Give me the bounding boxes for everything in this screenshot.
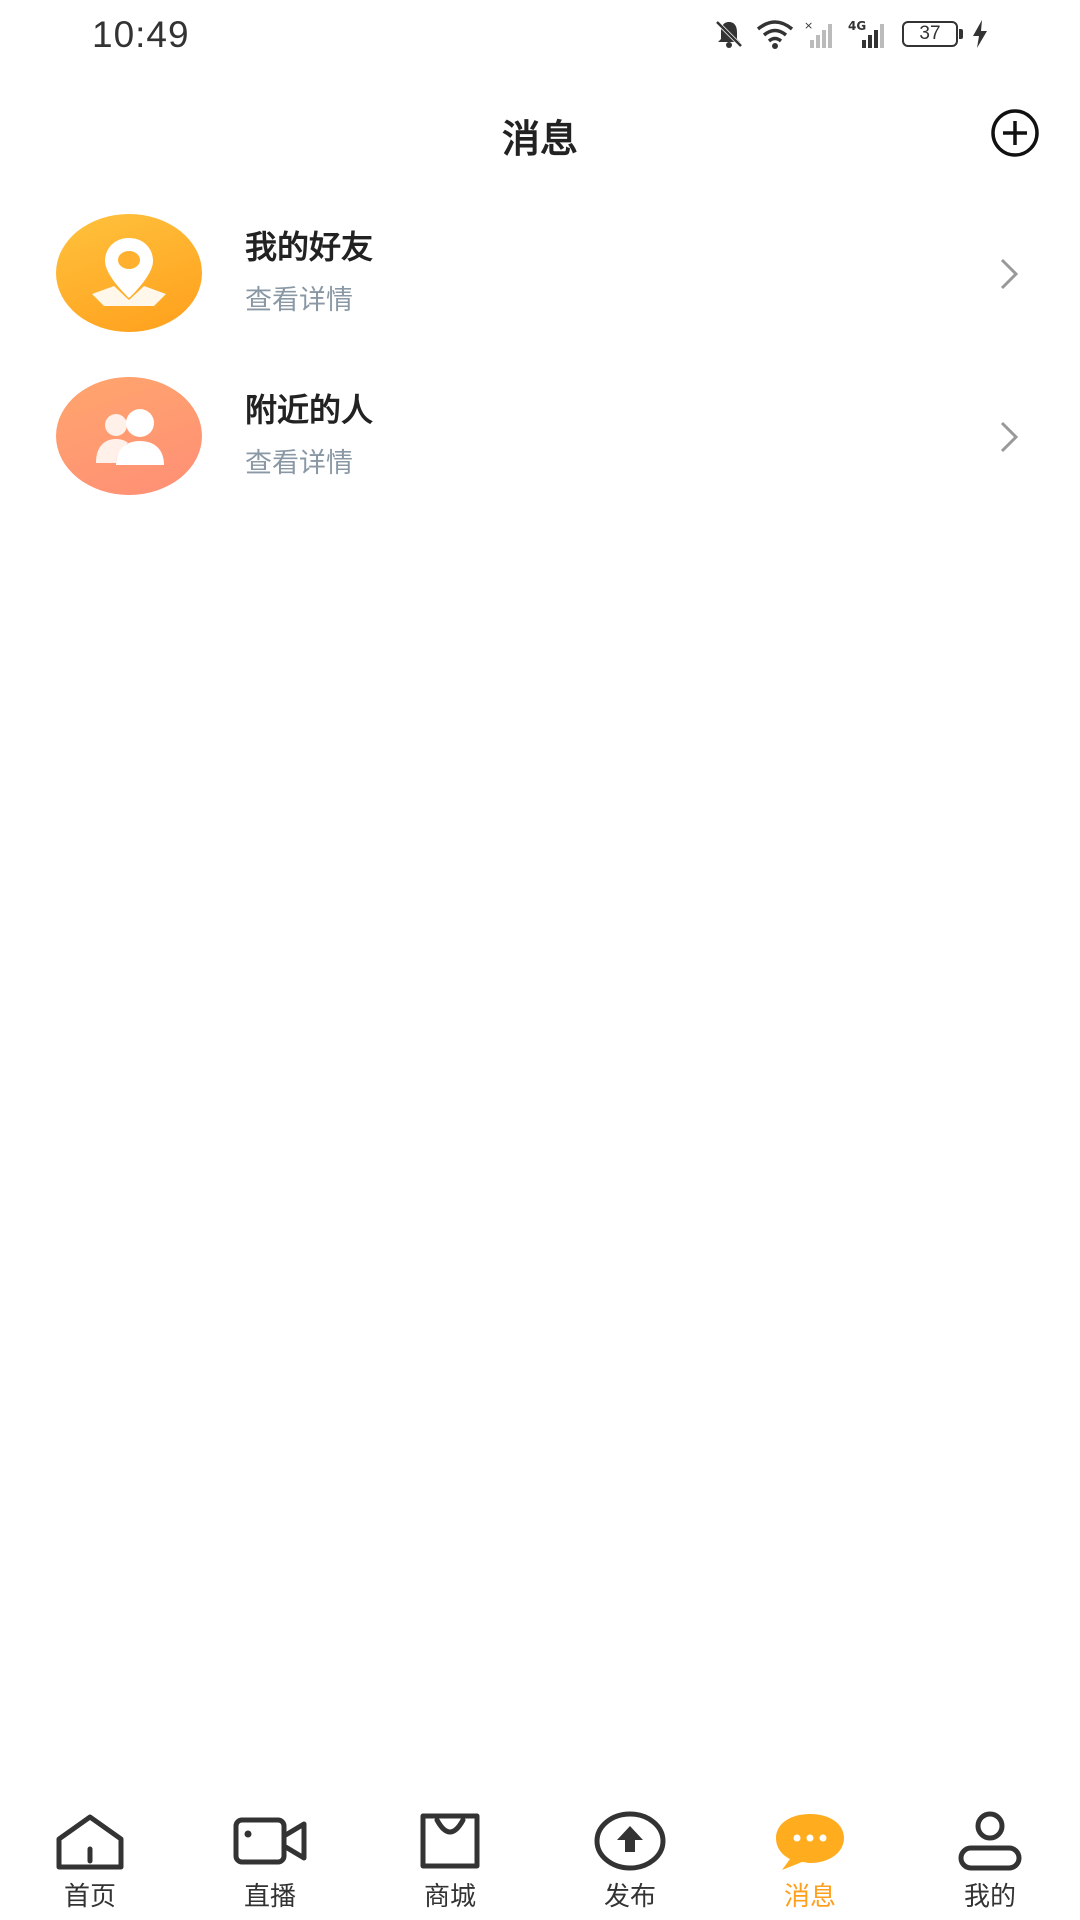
avatar — [56, 377, 202, 495]
signal-4g-icon: 4G — [848, 18, 892, 50]
tab-home[interactable]: 首页 — [0, 1800, 180, 1920]
item-title: 我的好友 — [245, 228, 374, 266]
chevron-right-icon — [1000, 258, 1019, 290]
list-item-my-friends[interactable]: 我的好友 查看详情 — [0, 212, 1080, 375]
tab-label: 我的 — [963, 1882, 1016, 1912]
upload-icon — [594, 1811, 666, 1871]
tab-label: 商城 — [423, 1882, 476, 1912]
bell-muted-icon — [712, 17, 746, 51]
battery-icon: 37 — [902, 21, 963, 47]
status-time: 10:49 — [92, 14, 190, 55]
svg-text:4G: 4G — [848, 19, 866, 33]
tab-bar: 首页 直播 商城 发布 消息 我的 — [0, 1800, 1080, 1920]
tab-live[interactable]: 直播 — [180, 1800, 360, 1920]
page-title: 消息 — [501, 117, 578, 161]
video-camera-icon — [233, 1817, 307, 1865]
tab-me[interactable]: 我的 — [900, 1800, 1080, 1920]
wifi-icon — [756, 18, 794, 50]
tab-mall[interactable]: 商城 — [360, 1800, 540, 1920]
tab-messages[interactable]: 消息 — [720, 1800, 900, 1920]
header: 消息 — [0, 96, 1080, 168]
shopping-bag-icon — [420, 1813, 480, 1869]
avatar — [56, 214, 202, 332]
tab-label: 发布 — [603, 1882, 656, 1912]
chat-bubble-icon — [776, 1814, 844, 1870]
users-icon — [96, 409, 164, 465]
item-subtitle: 查看详情 — [245, 285, 353, 316]
item-subtitle: 查看详情 — [245, 448, 353, 479]
battery-level: 37 — [919, 23, 941, 44]
item-title: 附近的人 — [245, 391, 374, 429]
add-button[interactable] — [990, 108, 1040, 158]
charging-icon — [972, 20, 988, 48]
tab-publish[interactable]: 发布 — [540, 1800, 720, 1920]
home-icon — [56, 1814, 124, 1870]
tab-label: 直播 — [243, 1882, 296, 1912]
status-bar: 10:49 × 4G 37 — [0, 0, 1080, 72]
list-item-nearby-people[interactable]: 附近的人 查看详情 — [0, 375, 1080, 538]
status-icons: × 4G 37 — [712, 14, 988, 54]
svg-text:×: × — [804, 19, 813, 32]
tab-label: 首页 — [63, 1882, 116, 1912]
plus-circle-icon — [991, 109, 1039, 157]
message-list: 我的好友 查看详情 附近的人 查看详情 — [0, 212, 1080, 538]
signal-off-icon: × — [804, 18, 838, 50]
tab-label: 消息 — [783, 1882, 836, 1912]
location-pin-icon — [92, 238, 166, 306]
user-icon — [958, 1811, 1022, 1871]
chevron-right-icon — [1000, 421, 1019, 453]
